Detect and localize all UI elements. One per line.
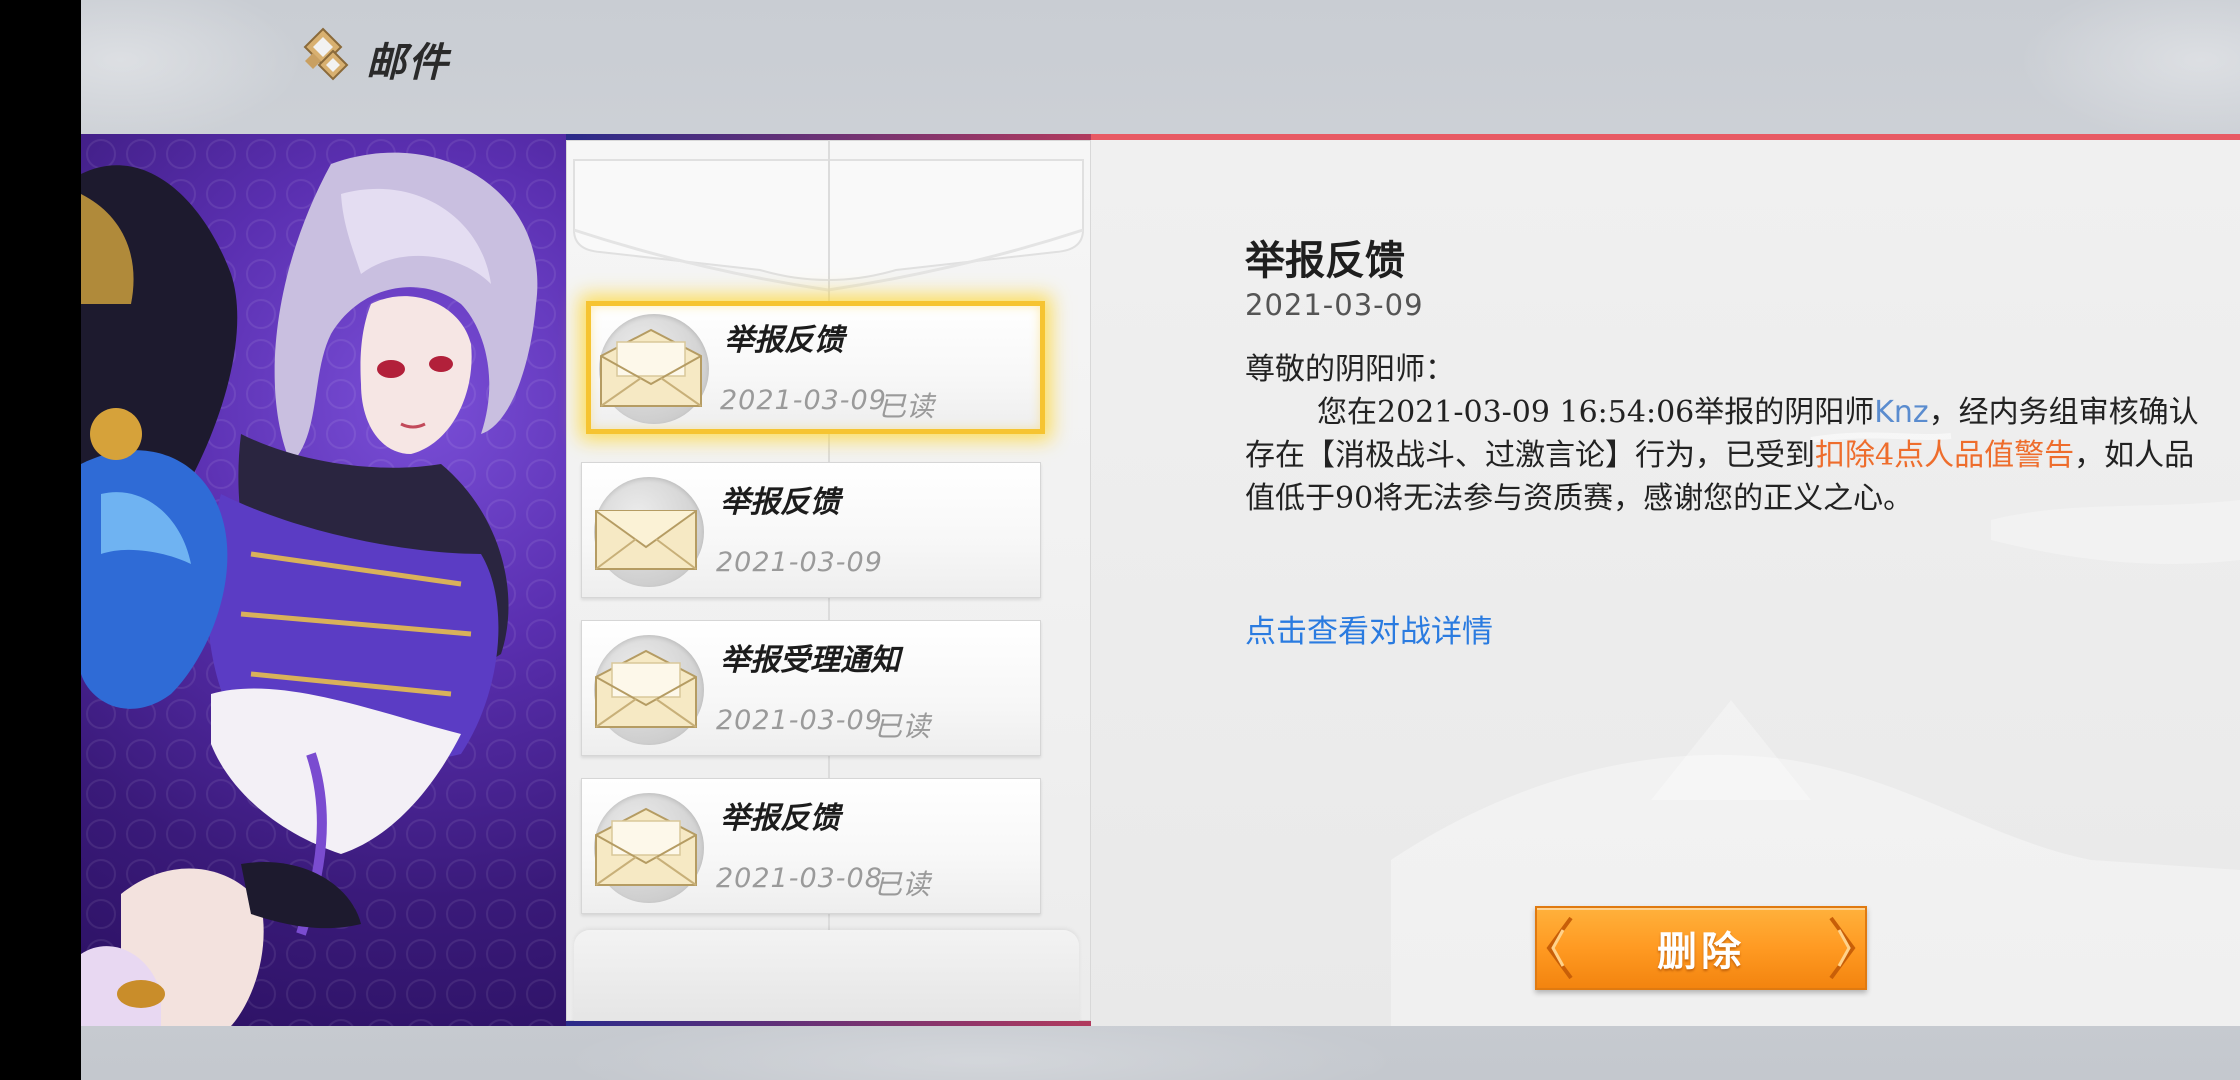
mail-title: 举报受理通知 (720, 643, 900, 678)
mail-greeting: 尊敬的阴阳师： (1245, 352, 1455, 387)
envelope-icon (595, 649, 697, 728)
mail-read-status: 已读 (874, 868, 931, 901)
mail-read-status: 已读 (878, 390, 935, 423)
diamond-emblem-icon (303, 27, 349, 81)
screen-bezel (0, 0, 81, 1080)
mail-paragraph: 您在2021-03-09 16:54:06举报的阴阳师Knz，经内务组审核确认存… (1245, 391, 2205, 520)
view-battle-details-link[interactable]: 点击查看对战详情 (1245, 606, 1493, 651)
mail-date: 2021-03-09 (716, 705, 883, 736)
mail-title: 举报反馈 (720, 485, 840, 520)
body-text: 您在2021-03-09 16:54:06举报的阴阳师 (1317, 395, 1875, 430)
reported-player-name: Knz (1874, 395, 1929, 430)
mail-read-status: 已读 (874, 710, 931, 743)
delete-button-label: 删除 (1657, 929, 1745, 975)
mail-date: 2021-03-09 (716, 547, 883, 578)
mail-date: 2021-03-08 (716, 863, 883, 894)
mail-item-selected[interactable]: 举报反馈 2021-03-09 已读 (586, 301, 1045, 434)
envelope-icon (600, 328, 702, 407)
mail-title: 举报反馈 (724, 323, 844, 358)
detail-title: 举报反馈 (1245, 238, 1405, 284)
page-title: 邮件 (366, 40, 450, 86)
envelope-icon (595, 510, 697, 570)
envelope-icon (595, 807, 697, 886)
penalty-text: 扣除4点人品值警告 (1815, 438, 2075, 473)
delete-button[interactable]: 删除 (1535, 906, 1867, 990)
mail-screen: 邮件 举报反馈 2021-03-09 已读 举报反馈 2021-03-09 举报… (81, 0, 2240, 1080)
character-illustration (81, 134, 566, 1026)
mail-item[interactable]: 举报反馈 2021-03-09 (581, 462, 1041, 598)
mail-item[interactable]: 举报受理通知 2021-03-09 已读 (581, 620, 1041, 756)
mail-item[interactable]: 举报反馈 2021-03-08 已读 (581, 778, 1041, 914)
list-bottom-shelf (574, 930, 1079, 1021)
mail-detail-panel: 举报反馈 2021-03-09 尊敬的阴阳师： 您在2021-03-09 16:… (1091, 134, 2240, 1026)
detail-date: 2021-03-09 (1245, 288, 1424, 322)
mail-body: 尊敬的阴阳师： 您在2021-03-09 16:54:06举报的阴阳师Knz，经… (1245, 348, 2205, 520)
mail-date: 2021-03-09 (720, 385, 887, 416)
mail-title: 举报反馈 (720, 801, 840, 836)
character-art (81, 134, 566, 1026)
